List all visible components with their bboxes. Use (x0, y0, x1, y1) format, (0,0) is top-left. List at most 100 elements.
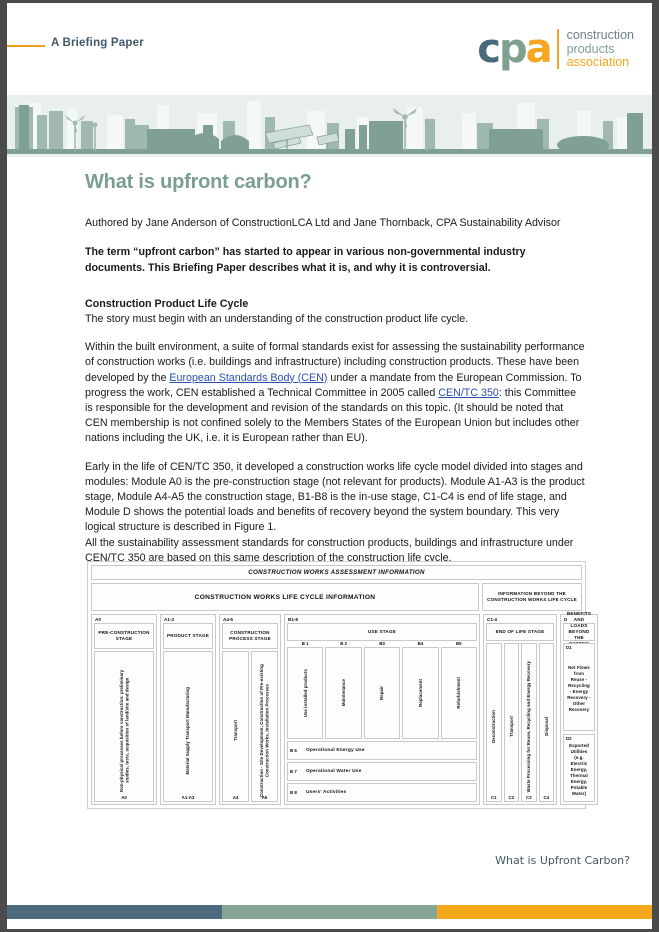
module-c2-label: Transport (508, 716, 514, 737)
submodule-b5-label: Refurbishment (456, 677, 462, 709)
module-a5-label: Construction - Site Development, Constru… (259, 664, 270, 797)
figure-band-life-cycle-information: CONSTRUCTION WORKS LIFE CYCLE INFORMATIO… (91, 583, 479, 611)
modules-a4-a5: Transport A4 Construction - Site Develop… (222, 651, 278, 802)
byline: Authored by Jane Anderson of Constructio… (85, 217, 561, 229)
use-stage-row-b6: B 6 Operational Energy Use (287, 741, 477, 760)
submodule-b2: B 2 Maintenance (325, 641, 362, 739)
module-a0: Non-physical processes before constructi… (94, 651, 154, 802)
stage-column-c1-c4: C1-4 END OF LIFE STAGE Deconstruction C1… (483, 614, 557, 805)
module-a5: Construction - Site Development, Constru… (251, 651, 278, 802)
submodule-b5: B5 Refurbishment (440, 641, 478, 739)
module-a5-code: A5 (261, 795, 268, 800)
stage-column-b1-b8: B1-8 USE STAGE B 1 Use installed product… (284, 614, 480, 805)
footer-color-bar (7, 905, 652, 919)
stage-name-end-of-life: END OF LIFE STAGE (486, 623, 554, 641)
module-c4: Disposal C4 (538, 643, 554, 802)
module-d2-code: D2 (566, 736, 572, 741)
module-a4-code: A4 (232, 795, 239, 800)
section-heading: Construction Product Life Cycle (85, 298, 249, 310)
module-a4-label: Transport (232, 720, 238, 741)
module-c2: Transport C2 (503, 643, 519, 802)
module-a0-label: Non-physical processes before constructi… (118, 669, 129, 792)
stage-column-a1-a3: A1-3 PRODUCT STAGE Material Supply Trans… (160, 614, 216, 805)
submodule-b3-cell: Repair (363, 647, 401, 739)
row-b8-code: B 8 (290, 790, 297, 795)
module-d1-label: Net Flows from Reuse - Recycling - Energ… (567, 665, 591, 712)
paragraph-modules: Early in the life of CEN/TC 350, it deve… (85, 460, 585, 534)
use-stage-row-b7: B 7 Operational Water Use (287, 762, 477, 781)
module-d1-code: D1 (566, 645, 572, 650)
figure-stage-row: A0 PRE-CONSTRUCTION STAGE Non-physical p… (91, 611, 598, 805)
link-cen-tc-350[interactable]: CEN/TC 350 (438, 387, 499, 399)
skyline-banner (7, 95, 652, 157)
logo-letter-a: a (525, 26, 553, 73)
stage-column-a0: A0 PRE-CONSTRUCTION STAGE Non-physical p… (91, 614, 157, 805)
module-a1-a3: Material Supply Transport Manufacturing … (163, 651, 213, 802)
briefing-paper-label: A Briefing Paper (51, 37, 144, 49)
submodule-b4: B4 Replacement (402, 641, 439, 739)
footer-bar-segment-green (222, 905, 438, 919)
logo-word-association: association (566, 55, 630, 69)
document-page: A Briefing Paper cpa construction produc… (0, 0, 659, 932)
submodule-b5-cell: Refurbishment (440, 647, 478, 739)
modules-a1-a3: Material Supply Transport Manufacturing … (163, 651, 213, 802)
page-title: What is upfront carbon? (85, 171, 312, 193)
logo-word-construction: construction (566, 28, 634, 42)
row-b7-code: B 7 (290, 769, 297, 774)
module-c3: Waste Processing for Reuse, Recycling an… (521, 643, 537, 802)
module-d2: D2 Exported Utilities (e.g. Electric Ene… (563, 734, 595, 802)
stage-name-benefits-loads: BENEFITS AND LOADS BEYOND THE SYSTEM BOU… (563, 611, 595, 652)
row-b8-label: Users' Activities (306, 790, 347, 795)
submodule-b1: B 1 Use installed products (287, 641, 324, 739)
link-european-standards-body[interactable]: European Standards Body (CEN) (169, 372, 327, 384)
module-a0-code: A0 (121, 795, 127, 800)
stage-column-d: D BENEFITS AND LOADS BEYOND THE SYSTEM B… (560, 611, 598, 805)
stage-name-a0: PRE-CONSTRUCTION STAGE (94, 623, 154, 649)
stage-name-a1-a3: PRODUCT STAGE (163, 623, 213, 649)
skyline-illustration (7, 95, 652, 157)
lede-paragraph: The term “upfront carbon” has started to… (85, 246, 526, 274)
module-c1-code: C1 (490, 795, 497, 800)
module-c1: Deconstruction C1 (486, 643, 502, 802)
figure-band-information-beyond: INFORMATION BEYOND THE CONSTRUCTION WORK… (482, 583, 582, 611)
logo-word-products: products (566, 41, 615, 56)
footer-bar-segment-blue (7, 905, 223, 919)
document-body: What is upfront carbon? Authored by Jane… (85, 171, 585, 579)
cpa-logo-mark: cpa (477, 26, 553, 73)
submodule-b1-label: Use installed products (302, 668, 308, 718)
module-a4: Transport A4 (222, 651, 249, 802)
submodule-b3-label: Repair (379, 686, 385, 700)
modules-c1-c4: Deconstruction C1 Transport C2 Waste Pro… (486, 643, 554, 802)
submodule-b2-cell: Maintenance (325, 647, 362, 739)
row-b6-label: Operational Energy Use (306, 748, 365, 753)
row-b7-label: Operational Water Use (306, 769, 362, 774)
use-stage-row-b8: B 8 Users' Activities (287, 783, 477, 802)
footer-bar-segment-orange (437, 905, 652, 919)
stage-name-use-stage: USE STAGE (287, 623, 477, 641)
module-c4-code: C4 (543, 795, 550, 800)
logo-wordmark: construction products association (566, 28, 634, 70)
header-rule (7, 45, 45, 47)
modules-a0: Non-physical processes before constructi… (94, 651, 154, 802)
paragraph-standards: Within the built environment, a suite of… (85, 340, 585, 446)
submodule-b3: B3 Repair (363, 641, 401, 739)
module-c1-label: Deconstruction (491, 710, 497, 743)
use-stage-submodules: B 1 Use installed products B 2 Maintenan… (287, 641, 478, 739)
module-c2-code: C2 (508, 795, 515, 800)
figure-band-row: CONSTRUCTION WORKS LIFE CYCLE INFORMATIO… (91, 583, 582, 611)
page-header: A Briefing Paper cpa construction produc… (7, 26, 652, 86)
submodule-b4-cell: Replacement (402, 647, 439, 739)
module-c3-code: C3 (525, 795, 532, 800)
module-c3-label: Waste Processing for Reuse, Recycling an… (526, 660, 532, 793)
submodule-b1-cell: Use installed products (287, 647, 324, 739)
module-d1: D1 Net Flows from Reuse - Recycling - En… (563, 643, 595, 731)
stage-column-a4-a5: A4-5 CONSTRUCTION PROCESS STAGE Transpor… (219, 614, 281, 805)
module-c4-label: Disposal (543, 717, 549, 736)
module-a1-a3-code: A1-A3 (181, 795, 195, 800)
logo-letter-c: c (477, 26, 501, 73)
module-d2-label: Exported Utilities (e.g. Electric Energy… (569, 743, 589, 796)
cpa-logo: cpa construction products association (477, 26, 634, 73)
submodule-b2-label: Maintenance (340, 679, 346, 707)
figure-band-assessment-information: CONSTRUCTION WORKS ASSESSMENT INFORMATIO… (91, 565, 582, 580)
module-a1-a3-label: Material Supply Transport Manufacturing (185, 686, 191, 775)
